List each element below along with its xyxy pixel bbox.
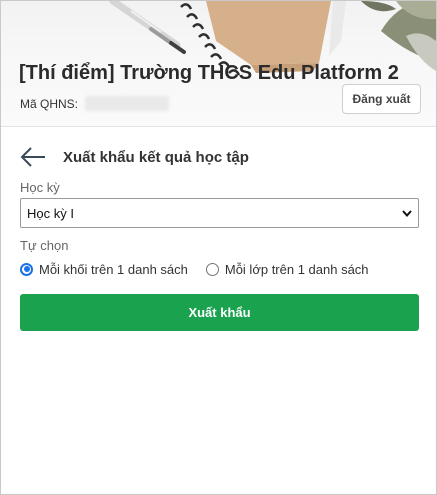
semester-label: Học kỳ <box>20 180 60 195</box>
page-title: Xuất khẩu kết quả học tập <box>63 148 249 166</box>
radio-button-checked[interactable] <box>20 262 33 276</box>
export-option-group: Mỗi khối trên 1 danh sách Mỗi lớp trên 1… <box>20 260 369 278</box>
chevron-down-icon <box>402 210 412 218</box>
qhns-label: Mã QHNS: <box>20 97 79 111</box>
app-window: [Thí điểm] Trường THCS Edu Platform 2 Mã… <box>0 0 437 495</box>
semester-select-value: Học kỳ I <box>27 205 74 221</box>
plant-decoration <box>361 1 436 71</box>
radio-option-label: Mỗi lớp trên 1 danh sách <box>224 261 369 277</box>
back-arrow-icon[interactable] <box>20 145 48 169</box>
radio-button-unchecked[interactable] <box>205 262 219 276</box>
school-header: [Thí điểm] Trường THCS Edu Platform 2 Mã… <box>1 1 436 127</box>
page-header: Xuất khẩu kết quả học tập <box>20 144 249 170</box>
radio-option-per-class[interactable]: Mỗi lớp trên 1 danh sách <box>205 261 369 277</box>
radio-option-label: Mỗi khối trên 1 danh sách <box>39 261 188 277</box>
radio-option-per-grade[interactable]: Mỗi khối trên 1 danh sách <box>20 262 188 277</box>
export-button[interactable]: Xuất khẩu <box>20 294 419 331</box>
qhns-value-redacted <box>85 96 169 111</box>
pen-decoration <box>109 1 186 54</box>
option-label: Tự chọn <box>20 238 69 253</box>
semester-select[interactable]: Học kỳ I <box>20 198 419 228</box>
school-name: [Thí điểm] Trường THCS Edu Platform 2 <box>19 62 399 84</box>
logout-button[interactable]: Đăng xuất <box>342 84 421 114</box>
